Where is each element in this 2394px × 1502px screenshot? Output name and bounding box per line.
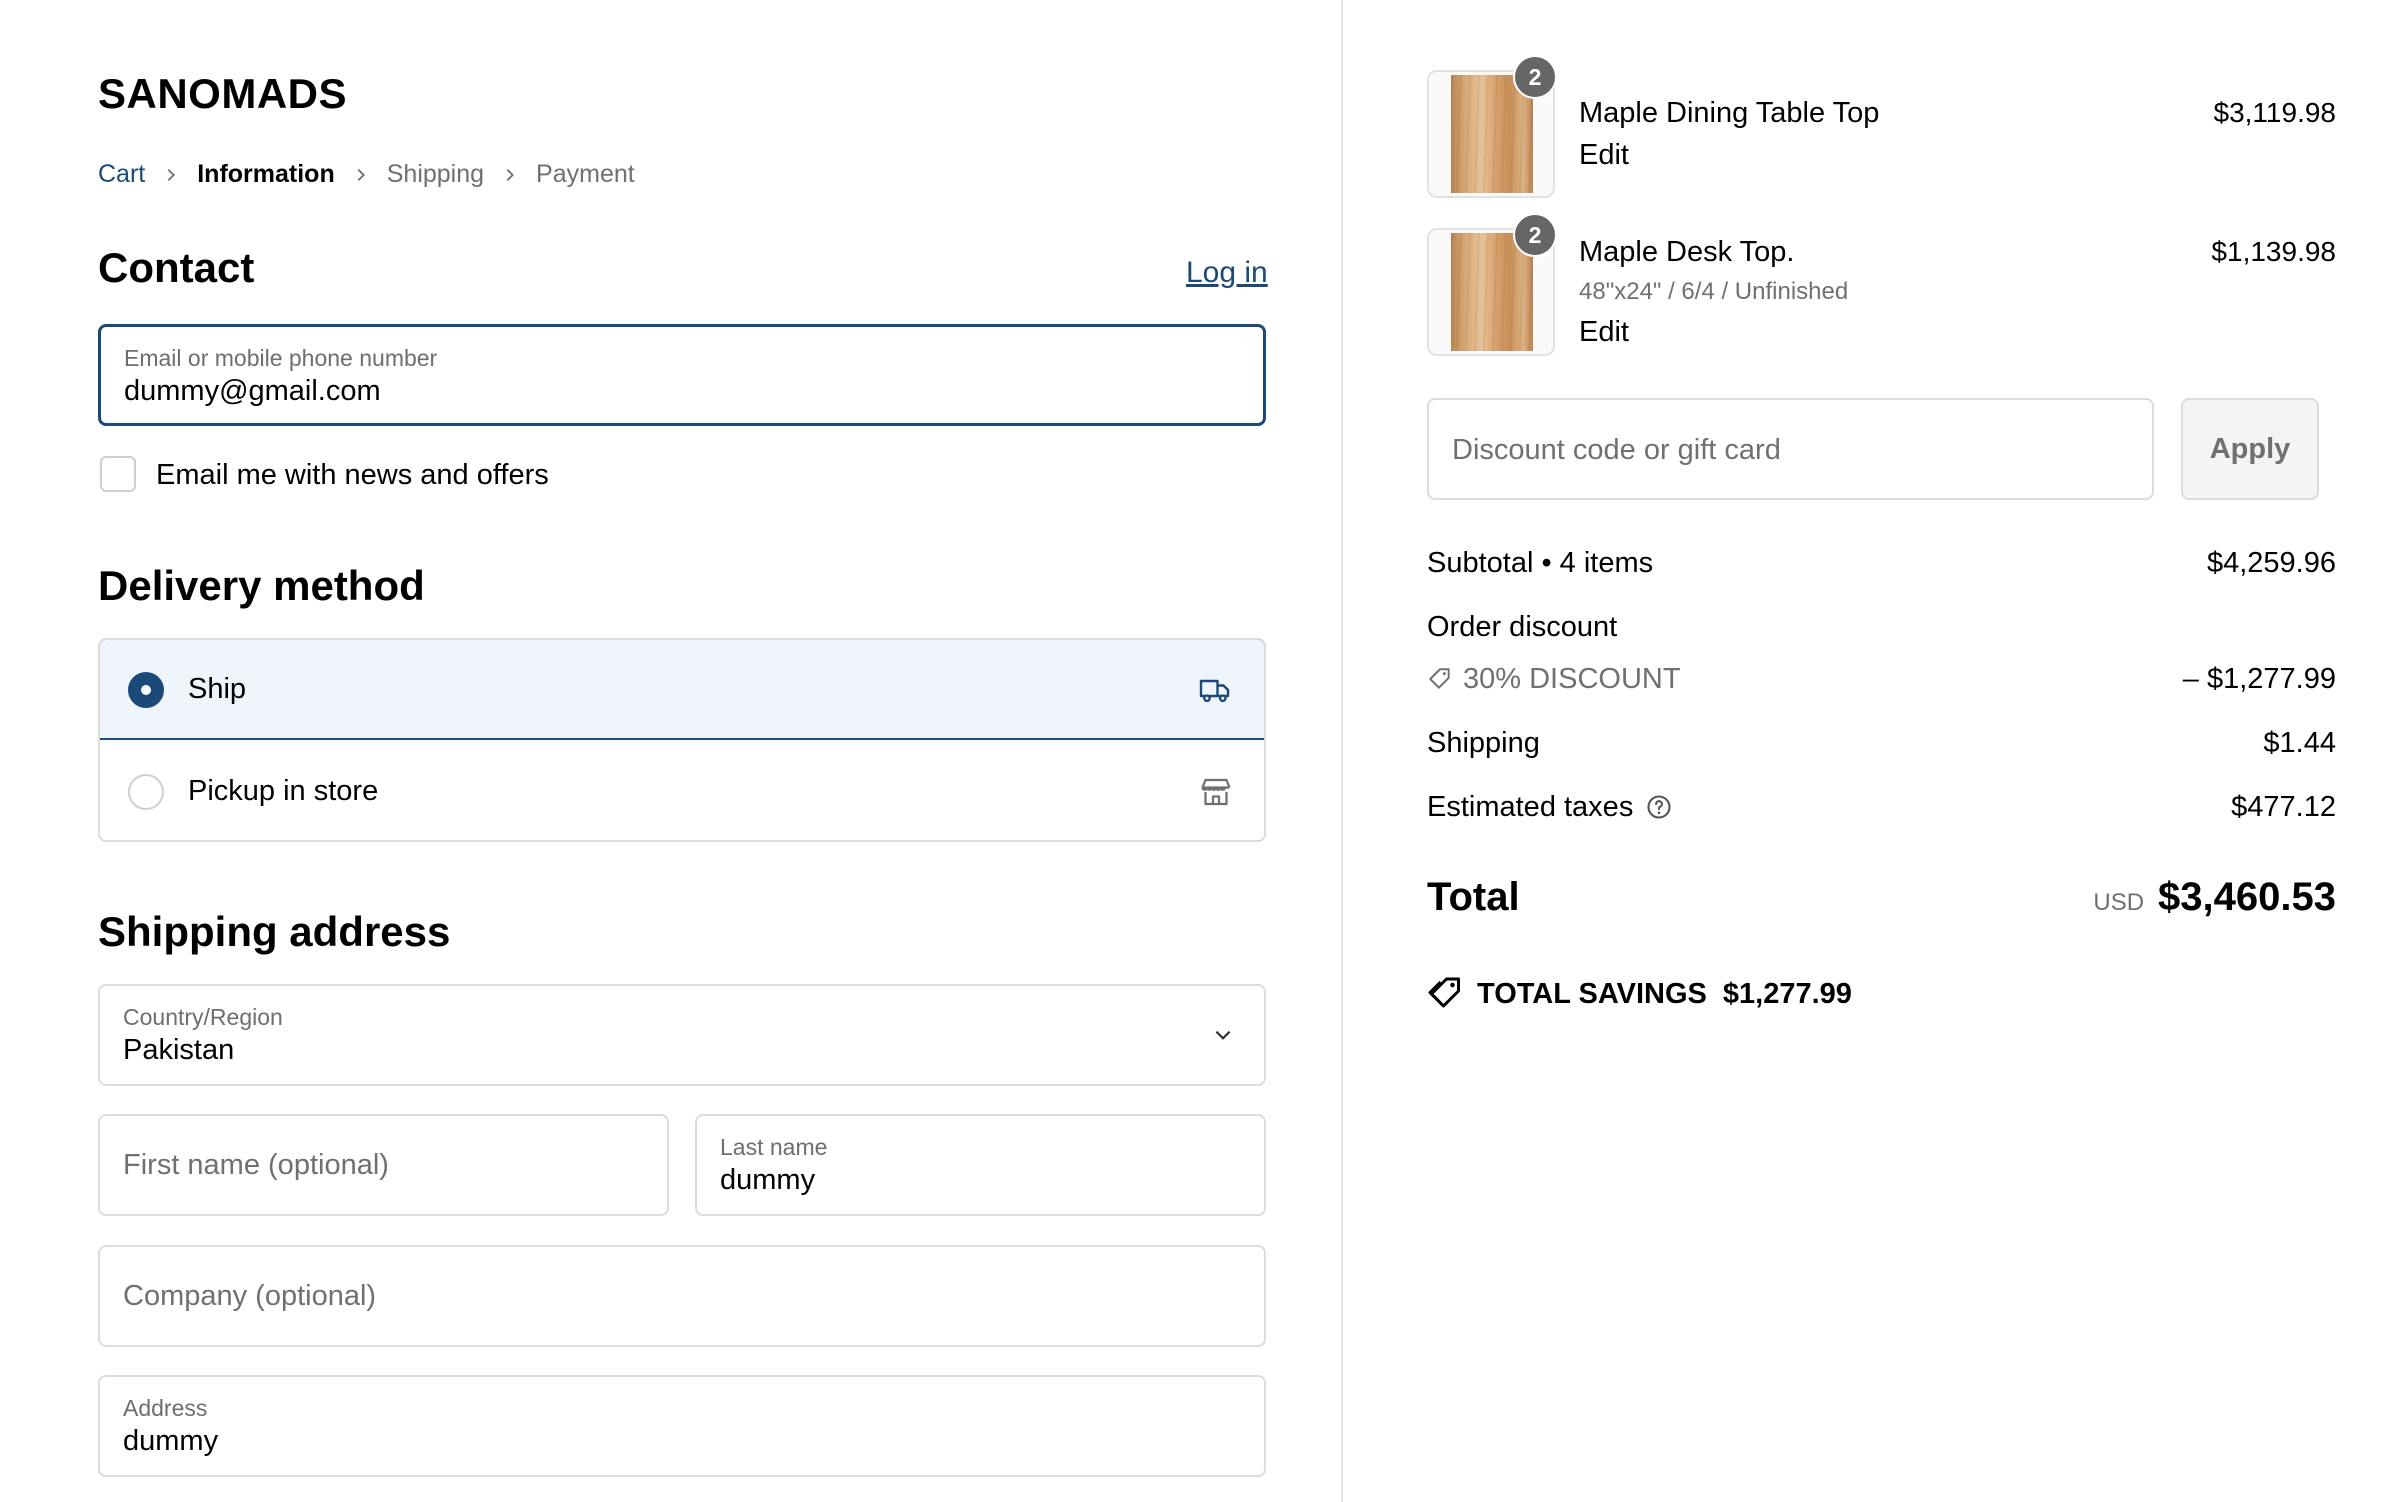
subtotal-row: Subtotal • 4 items $4,259.96 <box>1427 547 2336 580</box>
last-name-field[interactable]: Last name dummy <box>695 1114 1266 1216</box>
breadcrumb-information: Information <box>197 160 335 188</box>
apply-discount-button[interactable]: Apply <box>2181 398 2319 500</box>
ship-label: Ship <box>188 673 247 705</box>
contact-heading: Contact <box>98 244 255 291</box>
product-price: $1,139.98 <box>2211 236 2336 267</box>
product-name: Maple Desk Top. <box>1579 236 1795 268</box>
country-select-label: Country/Region <box>123 1004 283 1030</box>
subtotal-label: Subtotal • 4 items <box>1427 547 1654 579</box>
checkout-form-panel: SANOMADS Cart Information Shipping Payme… <box>0 0 1342 1502</box>
pickup-label: Pickup in store <box>188 775 379 807</box>
email-field-label: Email or mobile phone number <box>124 345 438 371</box>
discount-code-text: 30% DISCOUNT <box>1463 663 1681 695</box>
taxes-label: Estimated taxes <box>1427 791 1634 823</box>
shipping-address-heading: Shipping address <box>98 908 451 955</box>
quantity-badge: 2 <box>1513 55 1557 99</box>
delivery-method-group: Ship Pickup in store <box>98 638 1266 842</box>
edit-item-link[interactable]: Edit <box>1579 139 1629 172</box>
order-summary-panel: 2 Maple Dining Table Top Edit $3,119.98 … <box>1343 0 2394 1502</box>
total-row: Total USD $3,460.53 <box>1427 875 2336 920</box>
address-value[interactable]: dummy <box>123 1425 218 1458</box>
discount-code-input[interactable]: Discount code or gift card <box>1427 398 2154 500</box>
discount-code-placeholder: Discount code or gift card <box>1452 434 1781 466</box>
address-field[interactable]: Address dummy <box>98 1375 1266 1477</box>
taxes-row: Estimated taxes $477.12 <box>1427 791 2336 824</box>
company-placeholder: Company (optional) <box>123 1280 377 1312</box>
country-select-value: Pakistan <box>123 1034 235 1066</box>
chevron-down-icon <box>1215 1030 1231 1040</box>
email-field[interactable]: Email or mobile phone number dummy@gmail… <box>98 324 1266 426</box>
country-select[interactable]: Country/Region Pakistan <box>98 984 1266 1086</box>
first-name-field[interactable]: First name (optional) <box>98 1114 669 1216</box>
breadcrumb: Cart Information Shipping Payment <box>98 160 635 189</box>
last-name-label: Last name <box>720 1134 828 1160</box>
breadcrumb-cart[interactable]: Cart <box>98 160 145 189</box>
order-discount-label: Order discount <box>1427 611 1618 643</box>
total-label: Total <box>1427 875 1520 919</box>
news-offers-label[interactable]: Email me with news and offers <box>156 459 549 492</box>
chevron-right-icon <box>484 160 536 189</box>
delivery-option-ship[interactable]: Ship <box>100 640 1264 740</box>
taxes-value: $477.12 <box>2231 791 2336 823</box>
delivery-option-pickup[interactable]: Pickup in store <box>100 742 1264 840</box>
edit-item-link[interactable]: Edit <box>1579 316 1629 349</box>
chevron-right-icon <box>335 160 387 189</box>
ship-radio[interactable] <box>128 672 164 708</box>
store-icon <box>1201 778 1231 806</box>
brand-logo[interactable]: SANOMADS <box>98 70 347 118</box>
delivery-method-heading: Delivery method <box>98 562 425 609</box>
product-variant: 48"x24" / 6/4 / Unfinished <box>1579 278 1849 305</box>
tag-icon <box>1429 668 1450 689</box>
quantity-badge: 2 <box>1513 213 1557 257</box>
product-price: $3,119.98 <box>2213 97 2337 128</box>
last-name-value[interactable]: dummy <box>720 1164 815 1197</box>
pickup-radio[interactable] <box>128 774 164 810</box>
savings-tag-icon <box>1428 977 1460 1008</box>
order-discount-row: Order discount <box>1427 611 2336 644</box>
taxes-label-wrap: Estimated taxes <box>1427 791 1673 824</box>
total-amount-wrap: USD $3,460.53 <box>2093 875 2336 920</box>
total-savings-amount: $1,277.99 <box>1722 977 1852 1010</box>
login-link[interactable]: Log in <box>1186 256 1268 290</box>
email-field-value[interactable]: dummy@gmail.com <box>124 375 381 408</box>
first-name-placeholder: First name (optional) <box>123 1149 389 1181</box>
breadcrumb-shipping: Shipping <box>386 160 485 188</box>
total-amount: $3,460.53 <box>2158 875 2336 919</box>
shipping-label: Shipping <box>1427 727 1540 759</box>
truck-icon <box>1199 679 1230 703</box>
currency-code: USD <box>2093 889 2145 916</box>
news-offers-checkbox[interactable] <box>100 456 136 492</box>
shipping-row: Shipping $1.44 <box>1427 727 2336 760</box>
company-field[interactable]: Company (optional) <box>98 1245 1266 1347</box>
discount-code-applied: 30% DISCOUNT <box>1427 663 1681 696</box>
address-label: Address <box>123 1395 208 1421</box>
product-name: Maple Dining Table Top <box>1579 97 1880 129</box>
chevron-right-icon <box>145 160 197 189</box>
total-savings-label: TOTAL SAVINGS <box>1477 977 1707 1010</box>
shipping-value: $1.44 <box>2263 727 2336 759</box>
total-savings: TOTAL SAVINGS $1,277.99 <box>1427 976 1852 1012</box>
breadcrumb-payment: Payment <box>536 160 635 188</box>
discount-amount: – $1,277.99 <box>2182 663 2336 695</box>
discount-code-row: 30% DISCOUNT – $1,277.99 <box>1427 663 2336 696</box>
help-circle-icon[interactable] <box>1645 793 1673 821</box>
subtotal-value: $4,259.96 <box>2206 547 2336 579</box>
